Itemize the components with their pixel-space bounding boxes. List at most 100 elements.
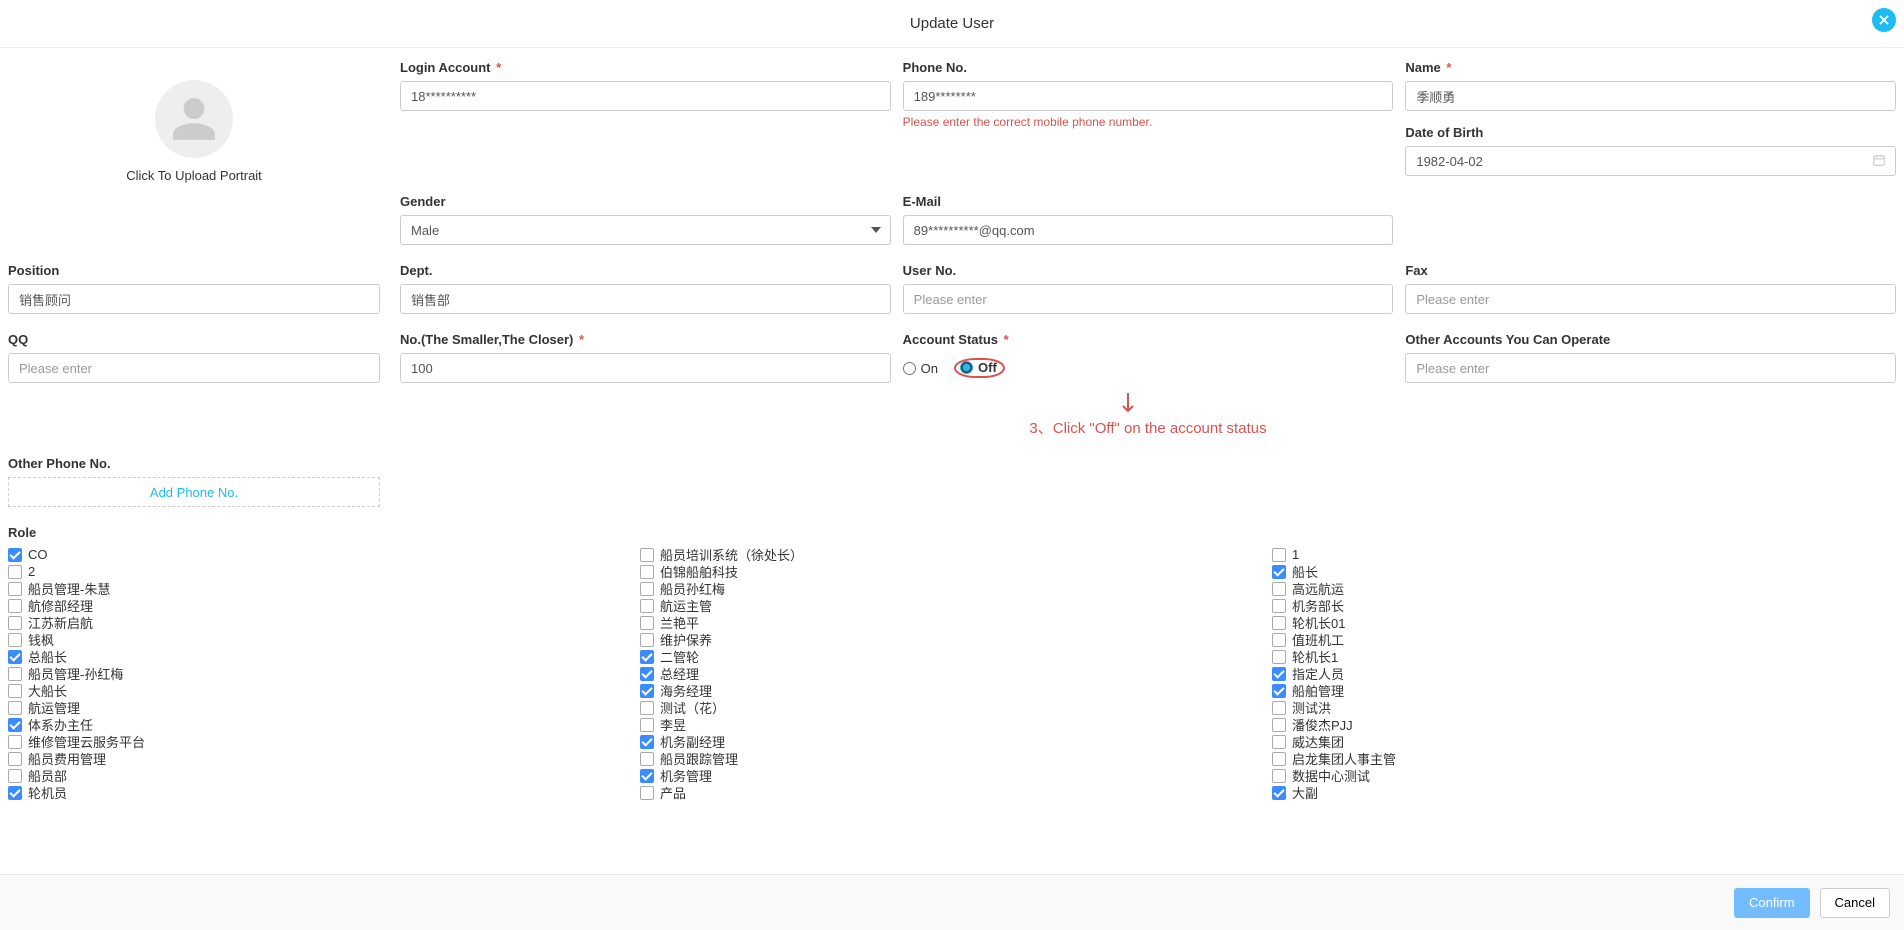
checkbox-icon[interactable] [1272,650,1286,664]
checkbox-icon[interactable] [8,650,22,664]
role-checkbox-item[interactable]: 李昱 [640,716,1264,733]
role-checkbox-item[interactable]: 机务管理 [640,767,1264,784]
checkbox-icon[interactable] [640,684,654,698]
role-checkbox-item[interactable]: 测试洪 [1272,699,1896,716]
role-checkbox-item[interactable]: 船员孙红梅 [640,580,1264,597]
email-input[interactable] [903,215,1394,245]
role-checkbox-item[interactable]: 机务副经理 [640,733,1264,750]
role-checkbox-item[interactable]: 江苏新启航 [8,614,632,631]
portrait-upload[interactable]: Click To Upload Portrait [8,60,380,183]
role-checkbox-item[interactable]: 船舶管理 [1272,682,1896,699]
checkbox-icon[interactable] [8,582,22,596]
role-checkbox-item[interactable]: 船长 [1272,563,1896,580]
checkbox-icon[interactable] [1272,769,1286,783]
role-checkbox-item[interactable]: 启龙集团人事主管 [1272,750,1896,767]
checkbox-icon[interactable] [8,769,22,783]
role-checkbox-item[interactable]: 轮机长01 [1272,614,1896,631]
checkbox-icon[interactable] [1272,667,1286,681]
confirm-button[interactable]: Confirm [1734,888,1810,918]
role-checkbox-item[interactable]: 维修管理云服务平台 [8,733,632,750]
role-checkbox-item[interactable]: 船员管理-朱慧 [8,580,632,597]
role-checkbox-item[interactable]: 测试（花） [640,699,1264,716]
role-checkbox-item[interactable]: 航运管理 [8,699,632,716]
role-checkbox-item[interactable]: 船员费用管理 [8,750,632,767]
checkbox-icon[interactable] [640,701,654,715]
checkbox-icon[interactable] [640,786,654,800]
checkbox-icon[interactable] [640,548,654,562]
checkbox-icon[interactable] [8,565,22,579]
fax-input[interactable] [1405,284,1896,314]
checkbox-icon[interactable] [8,735,22,749]
checkbox-icon[interactable] [640,616,654,630]
status-on-radio[interactable]: On [903,361,938,376]
role-checkbox-item[interactable]: 兰艳平 [640,614,1264,631]
avatar-placeholder[interactable] [155,80,233,158]
role-checkbox-item[interactable]: 数据中心测试 [1272,767,1896,784]
role-checkbox-item[interactable]: 船员管理-孙红梅 [8,665,632,682]
checkbox-icon[interactable] [1272,684,1286,698]
userno-input[interactable] [903,284,1394,314]
checkbox-icon[interactable] [8,616,22,630]
role-checkbox-item[interactable]: 产品 [640,784,1264,801]
role-checkbox-item[interactable]: 船员跟踪管理 [640,750,1264,767]
role-checkbox-item[interactable]: 值班机工 [1272,631,1896,648]
checkbox-icon[interactable] [8,667,22,681]
checkbox-icon[interactable] [1272,752,1286,766]
checkbox-icon[interactable] [8,633,22,647]
checkbox-icon[interactable] [640,752,654,766]
status-off-radio[interactable]: Off [960,360,997,375]
role-checkbox-item[interactable]: 大副 [1272,784,1896,801]
add-phone-button[interactable]: Add Phone No. [8,477,380,507]
checkbox-icon[interactable] [1272,565,1286,579]
gender-select[interactable]: Male [400,215,891,245]
qq-input[interactable] [8,353,380,383]
role-checkbox-item[interactable]: 高远航运 [1272,580,1896,597]
checkbox-icon[interactable] [640,667,654,681]
role-checkbox-item[interactable]: 轮机员 [8,784,632,801]
role-checkbox-item[interactable]: 船员部 [8,767,632,784]
checkbox-icon[interactable] [1272,582,1286,596]
no-input[interactable] [400,353,891,383]
cancel-button[interactable]: Cancel [1820,888,1890,918]
role-checkbox-item[interactable]: 2 [8,563,632,580]
checkbox-icon[interactable] [640,599,654,613]
role-checkbox-item[interactable]: 轮机长1 [1272,648,1896,665]
role-checkbox-item[interactable]: 总经理 [640,665,1264,682]
checkbox-icon[interactable] [640,633,654,647]
role-checkbox-item[interactable]: 威达集团 [1272,733,1896,750]
close-button[interactable] [1872,8,1896,32]
checkbox-icon[interactable] [1272,786,1286,800]
checkbox-icon[interactable] [640,769,654,783]
checkbox-icon[interactable] [1272,548,1286,562]
checkbox-icon[interactable] [640,565,654,579]
checkbox-icon[interactable] [1272,701,1286,715]
checkbox-icon[interactable] [1272,599,1286,613]
otheracc-input[interactable] [1405,353,1896,383]
checkbox-icon[interactable] [1272,633,1286,647]
role-checkbox-item[interactable]: 总船长 [8,648,632,665]
role-checkbox-item[interactable]: 大船长 [8,682,632,699]
checkbox-icon[interactable] [8,684,22,698]
role-checkbox-item[interactable]: 指定人员 [1272,665,1896,682]
checkbox-icon[interactable] [8,548,22,562]
checkbox-icon[interactable] [8,599,22,613]
checkbox-icon[interactable] [640,735,654,749]
role-checkbox-item[interactable]: 船员培训系统（徐处长） [640,546,1264,563]
checkbox-icon[interactable] [640,650,654,664]
checkbox-icon[interactable] [640,582,654,596]
role-checkbox-item[interactable]: 二管轮 [640,648,1264,665]
checkbox-icon[interactable] [1272,735,1286,749]
name-input[interactable] [1405,81,1896,111]
checkbox-icon[interactable] [8,752,22,766]
calendar-icon[interactable] [1872,153,1886,170]
role-checkbox-item[interactable]: CO [8,546,632,563]
role-checkbox-item[interactable]: 潘俊杰PJJ [1272,716,1896,733]
checkbox-icon[interactable] [8,786,22,800]
role-checkbox-item[interactable]: 维护保养 [640,631,1264,648]
role-checkbox-item[interactable]: 海务经理 [640,682,1264,699]
dob-input[interactable] [1405,146,1896,176]
role-checkbox-item[interactable]: 伯锦船舶科技 [640,563,1264,580]
dept-input[interactable] [400,284,891,314]
login-input[interactable] [400,81,891,111]
checkbox-icon[interactable] [640,718,654,732]
